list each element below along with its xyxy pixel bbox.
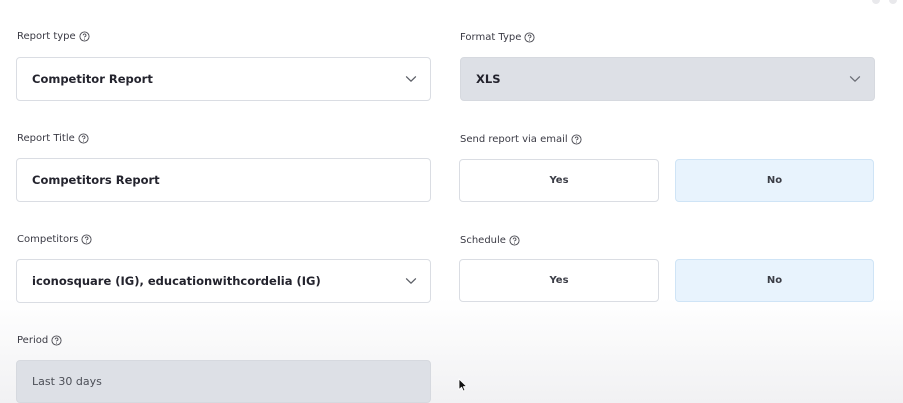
schedule-label: Schedule bbox=[460, 235, 520, 246]
report-type-label-text: Report type bbox=[17, 31, 76, 42]
schedule-yes-label: Yes bbox=[549, 275, 569, 286]
top-edge-shape bbox=[872, 0, 880, 4]
schedule-no-button[interactable]: No bbox=[675, 259, 874, 302]
send-email-yes-label: Yes bbox=[549, 175, 569, 186]
format-type-label: Format Type bbox=[460, 32, 535, 43]
report-type-select[interactable]: Competitor Report bbox=[16, 57, 431, 101]
format-type-value: XLS bbox=[476, 72, 501, 86]
period-label-text: Period bbox=[17, 335, 49, 346]
report-title-value: Competitors Report bbox=[32, 173, 160, 187]
help-circle-icon[interactable] bbox=[51, 335, 62, 346]
help-circle-icon[interactable] bbox=[81, 234, 92, 245]
period-label: Period bbox=[17, 335, 62, 346]
schedule-yes-button[interactable]: Yes bbox=[459, 259, 659, 302]
format-type-label-text: Format Type bbox=[460, 32, 522, 43]
help-circle-icon[interactable] bbox=[571, 134, 582, 145]
schedule-no-label: No bbox=[766, 275, 783, 286]
period-value: Last 30 days bbox=[32, 375, 102, 388]
schedule-label-text: Schedule bbox=[460, 235, 506, 246]
report-type-value: Competitor Report bbox=[32, 72, 153, 86]
competitors-select[interactable]: iconosquare (IG), educationwithcordelia … bbox=[16, 259, 431, 303]
period-select[interactable]: Last 30 days bbox=[16, 360, 431, 403]
report-title-input[interactable]: Competitors Report bbox=[16, 158, 431, 202]
send-email-no-label: No bbox=[766, 175, 783, 186]
competitors-value: iconosquare (IG), educationwithcordelia … bbox=[32, 274, 321, 288]
top-edge-shape bbox=[889, 0, 897, 4]
mouse-cursor-icon bbox=[458, 378, 467, 392]
chevron-down-icon bbox=[405, 75, 417, 83]
report-type-label: Report type bbox=[17, 31, 90, 42]
send-email-no-button[interactable]: No bbox=[675, 159, 874, 202]
report-title-label: Report Title bbox=[17, 133, 89, 144]
chevron-down-icon bbox=[405, 277, 417, 285]
chevron-down-icon bbox=[849, 75, 861, 83]
report-title-label-text: Report Title bbox=[17, 133, 75, 144]
send-email-label-text: Send report via email bbox=[460, 134, 568, 145]
send-email-yes-button[interactable]: Yes bbox=[459, 159, 659, 202]
help-circle-icon[interactable] bbox=[524, 32, 535, 43]
send-email-label: Send report via email bbox=[460, 134, 582, 145]
help-circle-icon[interactable] bbox=[509, 235, 520, 246]
competitors-label: Competitors bbox=[17, 234, 92, 245]
help-circle-icon[interactable] bbox=[78, 133, 89, 144]
help-circle-icon[interactable] bbox=[79, 31, 90, 42]
competitors-label-text: Competitors bbox=[17, 234, 79, 245]
format-type-select[interactable]: XLS bbox=[460, 57, 875, 101]
